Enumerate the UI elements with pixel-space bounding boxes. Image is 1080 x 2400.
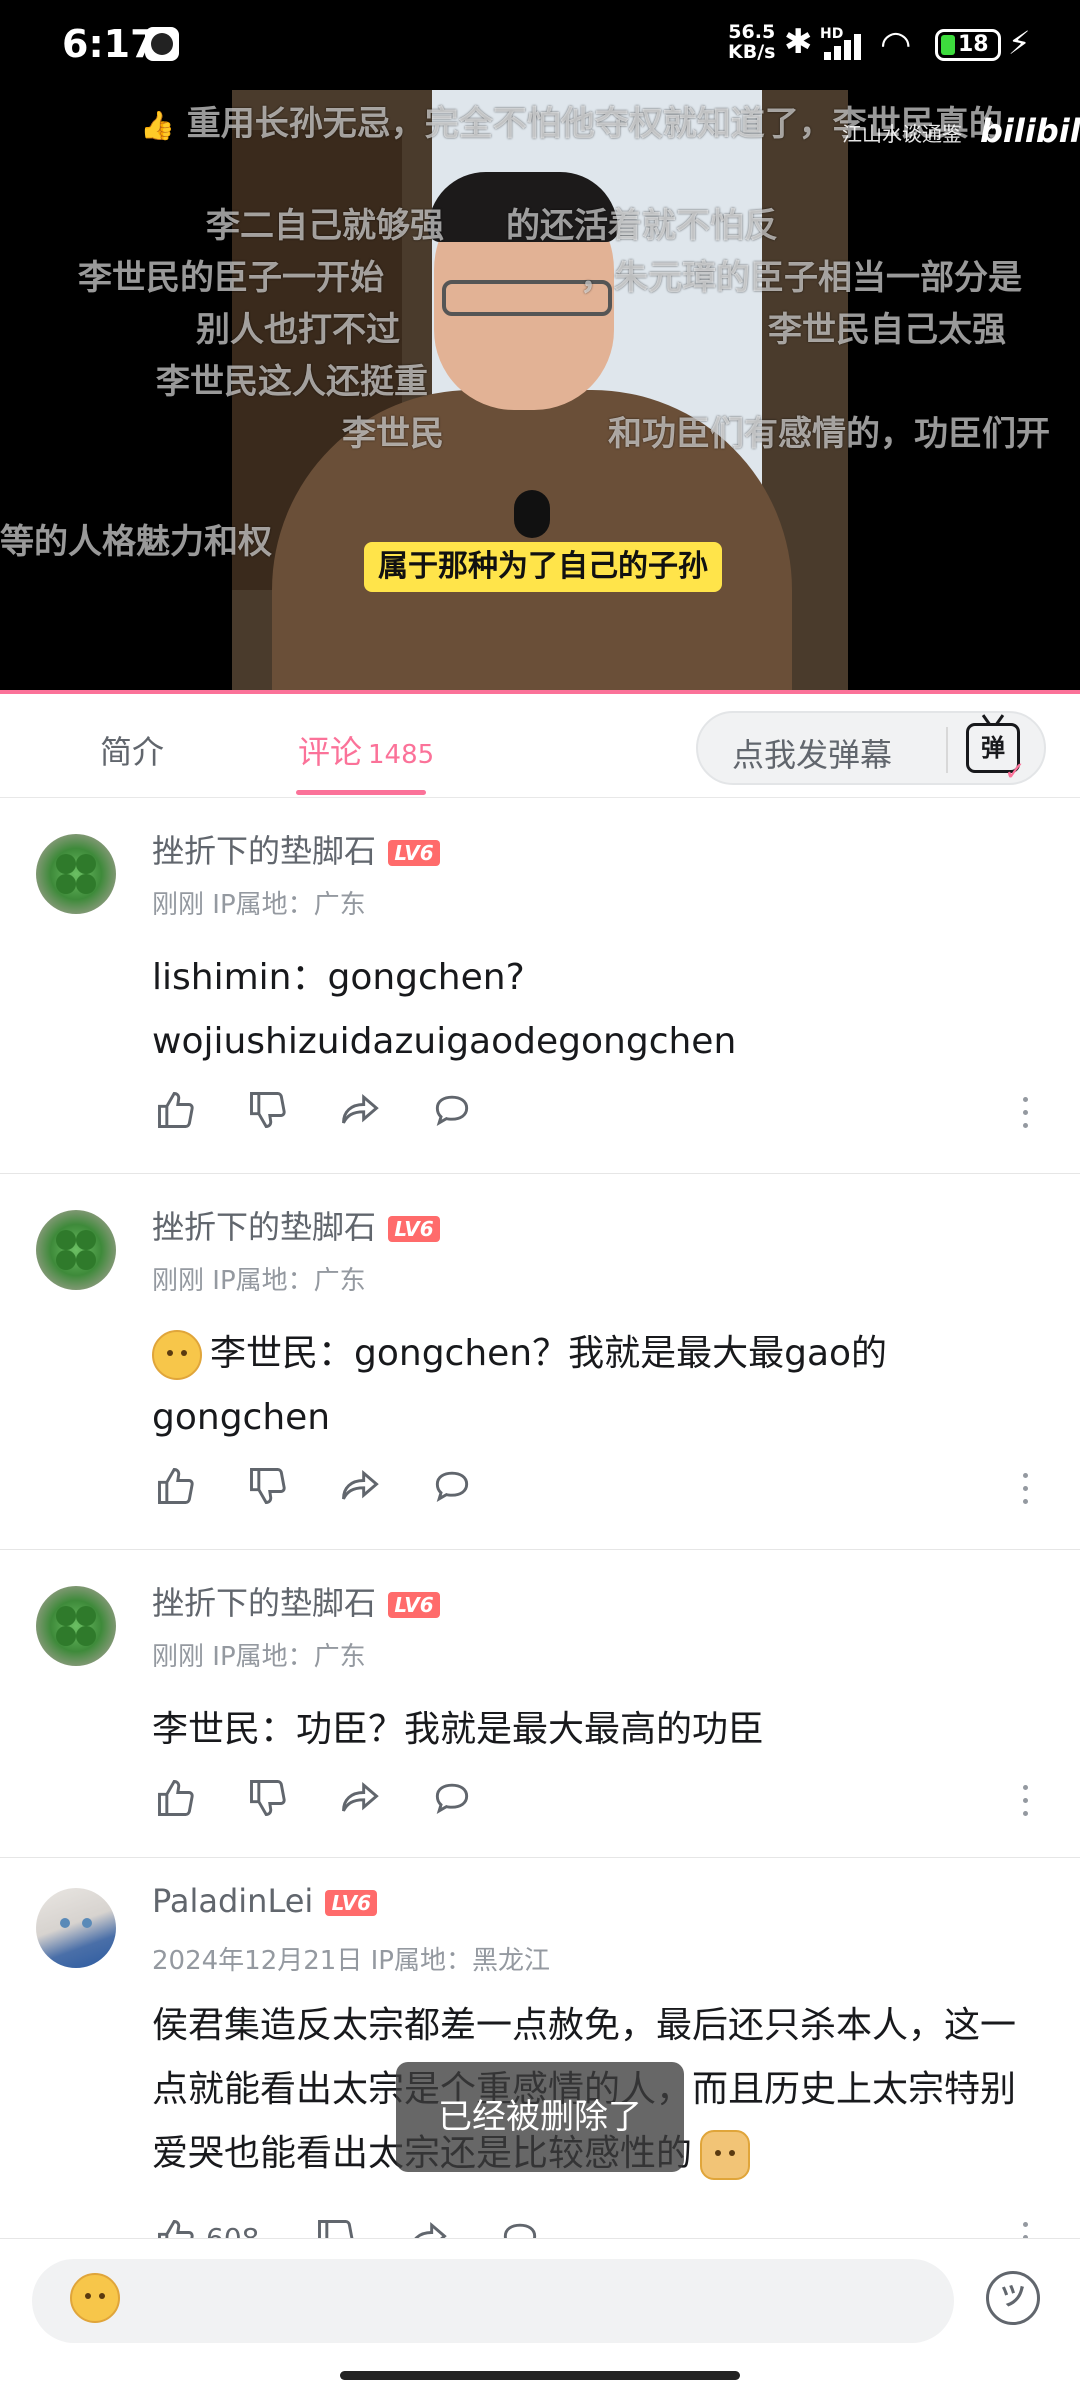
comment-meta: 刚刚 IP属地：广东: [152, 890, 366, 920]
clover-icon: [56, 1606, 96, 1646]
bilibili-logo: bilibili: [980, 112, 1080, 150]
share-icon[interactable]: [336, 1776, 384, 1824]
reply-icon[interactable]: [428, 1464, 476, 1512]
danmaku-item: 等的人格魅力和权: [0, 522, 272, 562]
tab-comments[interactable]: 评论 1485: [298, 727, 434, 773]
signal-icon: [824, 30, 868, 60]
wifi-icon: ◠: [880, 24, 912, 65]
avatar[interactable]: [36, 834, 116, 914]
comment-meta: 刚刚 IP属地：广东: [152, 1266, 366, 1296]
status-bar: 6:17 56.5 KB/s ✱ HD ◠ 18 ⚡: [0, 0, 1080, 90]
danmaku-item: 李二自己就够强: [206, 206, 444, 246]
comment-text[interactable]: 李世民：gongchen？我就是最大最gao的gongchen: [152, 1322, 1032, 1450]
comment-username[interactable]: PaladinLei LV6: [152, 1882, 378, 1920]
cat-emoji-icon[interactable]: [70, 2273, 120, 2323]
bluetooth-icon: ✱: [784, 22, 813, 62]
doge-emoji-icon: [700, 2130, 751, 2180]
send-danmaku-label: 点我发弹幕: [732, 736, 893, 774]
comment-item: 挫折下的垫脚石 LV6 刚刚 IP属地：广东 李世民：功臣？我就是最大最高的功臣: [0, 1550, 1080, 1858]
battery-icon: 18: [935, 29, 1001, 61]
toast-message: 已经被删除了: [396, 2062, 684, 2172]
video-subtitle: 属于那种为了自己的子孙: [364, 542, 722, 592]
comment-meta: 2024年12月21日 IP属地：黑龙江: [152, 1946, 550, 1976]
avatar-eye: [60, 1918, 70, 1928]
comment-input[interactable]: [32, 2259, 954, 2343]
danmaku-item: 的还活着就不怕反: [506, 206, 778, 246]
level-badge: LV6: [325, 1890, 378, 1916]
reply-icon[interactable]: [428, 1088, 476, 1136]
battery-level: 18: [958, 32, 989, 57]
tab-comments-label: 评论: [298, 733, 363, 771]
network-speed: 56.5 KB/s: [728, 21, 776, 63]
video-progress-bar[interactable]: [0, 690, 1080, 694]
comment-meta: 刚刚 IP属地：广东: [152, 1642, 366, 1672]
share-icon[interactable]: [336, 1464, 384, 1512]
emoji-icon[interactable]: ツ: [986, 2271, 1040, 2325]
danmaku-item: 李世民这人还挺重: [156, 362, 428, 402]
comment-item: PaladinLei LV6 2024年12月21日 IP属地：黑龙江 侯君集造反…: [0, 1858, 1080, 2238]
level-badge: LV6: [388, 1216, 441, 1242]
comment-item: 挫折下的垫脚石 LV6 刚刚 IP属地：广东 李世民：gongchen？我就是最大…: [0, 1174, 1080, 1550]
reply-icon[interactable]: [496, 2216, 544, 2238]
like-icon[interactable]: [152, 1464, 200, 1512]
dislike-icon[interactable]: [244, 1464, 292, 1512]
video-player[interactable]: 👍 重用长孙无忌，完全不怕他夺权就知道了，李世民真的 李二自己就够强 的还活着就…: [0, 0, 1080, 694]
comment-username[interactable]: 挫折下的垫脚石 LV6: [152, 1578, 441, 1624]
clover-icon: [56, 854, 96, 894]
divider: [946, 727, 948, 773]
cat-emoji-icon: [152, 1330, 202, 1380]
channel-watermark: 江山水谈通鉴: [842, 122, 962, 146]
share-icon[interactable]: [336, 1088, 384, 1136]
more-icon[interactable]: [1020, 1469, 1030, 1509]
comment-text[interactable]: 李世民：功臣？我就是最大最高的功臣: [152, 1698, 1032, 1762]
comments-count: 1485: [368, 740, 435, 770]
danmaku-item: 别人也打不过: [196, 310, 400, 350]
clock-app-icon: [145, 27, 179, 61]
avatar[interactable]: [36, 1586, 116, 1666]
more-icon[interactable]: [1020, 1781, 1030, 1821]
level-badge: LV6: [388, 1592, 441, 1618]
like-icon[interactable]: [152, 2216, 200, 2238]
like-icon[interactable]: [152, 1776, 200, 1824]
comment-list[interactable]: 挫折下的垫脚石 LV6 刚刚 IP属地：广东 lishimin：gongchen?…: [0, 798, 1080, 2238]
tab-bar: 简介 评论 1485 点我发弹幕 弹 ✓: [0, 695, 1080, 798]
dislike-icon[interactable]: [244, 1776, 292, 1824]
comment-username[interactable]: 挫折下的垫脚石 LV6: [152, 826, 441, 872]
more-icon[interactable]: [1020, 1093, 1030, 1133]
tab-intro[interactable]: 简介: [100, 727, 164, 773]
avatar-eye: [82, 1918, 92, 1928]
status-time: 6:17: [62, 22, 157, 66]
danmaku-item: 李世民: [342, 414, 444, 454]
danmaku-check-icon: ✓: [1004, 757, 1026, 787]
comment-item: 挫折下的垫脚石 LV6 刚刚 IP属地：广东 lishimin：gongchen?…: [0, 798, 1080, 1174]
avatar[interactable]: [36, 1210, 116, 1290]
charging-icon: ⚡: [1008, 24, 1031, 62]
like-icon[interactable]: [152, 1088, 200, 1136]
thumbs-up-icon: 👍: [140, 109, 175, 142]
comment-username[interactable]: 挫折下的垫脚石 LV6: [152, 1202, 441, 1248]
share-icon[interactable]: [404, 2216, 452, 2238]
danmaku-item: 李世民自己太强: [768, 310, 1006, 350]
like-count: 608: [206, 2222, 259, 2238]
avatar[interactable]: [36, 1888, 116, 1968]
danmaku-item: ，朱元璋的臣子相当一部分是: [580, 258, 1022, 298]
clover-icon: [56, 1230, 96, 1270]
danmaku-item: 和功臣们有感情的，功臣们开: [608, 414, 1050, 454]
danmaku-item: 李世民的臣子一开始: [78, 258, 384, 298]
app-root: 👍 重用长孙无忌，完全不怕他夺权就知道了，李世民真的 李二自己就够强 的还活着就…: [0, 0, 1080, 2400]
comment-text[interactable]: lishimin：gongchen? wojiushizuidazuigaode…: [152, 946, 1032, 1074]
home-indicator[interactable]: [340, 2371, 740, 2380]
send-danmaku-button[interactable]: 点我发弹幕 弹 ✓: [696, 711, 1046, 787]
level-badge: LV6: [388, 840, 441, 866]
speaker-microphone: [514, 490, 550, 538]
comment-input-bar: ツ: [0, 2238, 1080, 2400]
active-tab-indicator: [296, 790, 426, 795]
dislike-icon[interactable]: [244, 1088, 292, 1136]
more-icon[interactable]: [1020, 2218, 1030, 2238]
reply-icon[interactable]: [428, 1776, 476, 1824]
dislike-icon[interactable]: [312, 2216, 360, 2238]
